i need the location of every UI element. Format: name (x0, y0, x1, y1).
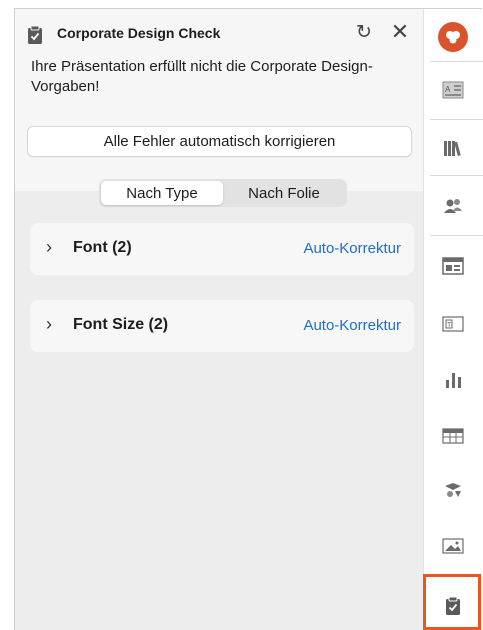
toolbar-divider (430, 61, 483, 62)
panel-title: Corporate Design Check (57, 25, 221, 41)
auto-fix-link[interactable]: Auto-Korrektur (303, 240, 401, 257)
layout-icon[interactable] (438, 251, 468, 281)
svg-text:T: T (447, 322, 452, 329)
fix-all-button[interactable]: Alle Fehler automatisch korrigieren (27, 126, 412, 157)
active-item-highlight (423, 574, 481, 630)
close-icon[interactable]: ✕ (387, 19, 413, 45)
clipboard-check-icon (28, 25, 42, 44)
panel-header: Corporate Design Check ↻ ✕ Ihre Präsenta… (15, 9, 423, 191)
right-toolbar: A T (423, 9, 483, 630)
auto-fix-link[interactable]: Auto-Korrektur (303, 317, 401, 334)
people-icon[interactable] (438, 191, 468, 221)
toolbar-divider (430, 235, 483, 236)
issue-label: Font (2) (73, 239, 132, 256)
chart-icon[interactable] (438, 365, 468, 395)
view-segmented-control: Nach Type Nach Folie (99, 179, 347, 207)
logo-icon[interactable] (438, 22, 468, 52)
shapes-icon[interactable] (438, 475, 468, 505)
text-layout-icon[interactable]: A (438, 75, 468, 105)
tab-by-slide[interactable]: Nach Folie (223, 181, 345, 205)
issue-row-font[interactable]: › Font (2) Auto-Korrektur (30, 223, 414, 275)
svg-text:A: A (445, 85, 451, 94)
text-frame-icon[interactable]: T (438, 309, 468, 339)
status-message: Ihre Präsentation erfüllt nicht die Corp… (31, 58, 373, 95)
tab-by-type[interactable]: Nach Type (101, 181, 223, 205)
issue-row-font-size[interactable]: › Font Size (2) Auto-Korrektur (30, 300, 414, 352)
library-icon[interactable] (438, 133, 468, 163)
toolbar-divider (430, 119, 483, 120)
chevron-right-icon[interactable]: › (46, 314, 52, 335)
refresh-icon[interactable]: ↻ (351, 19, 377, 45)
issue-label: Font Size (2) (73, 316, 169, 333)
table-icon[interactable] (438, 421, 468, 451)
design-check-panel: Corporate Design Check ↻ ✕ Ihre Präsenta… (15, 9, 423, 630)
toolbar-divider (430, 175, 483, 176)
image-icon[interactable] (438, 531, 468, 561)
chevron-right-icon[interactable]: › (46, 237, 52, 258)
